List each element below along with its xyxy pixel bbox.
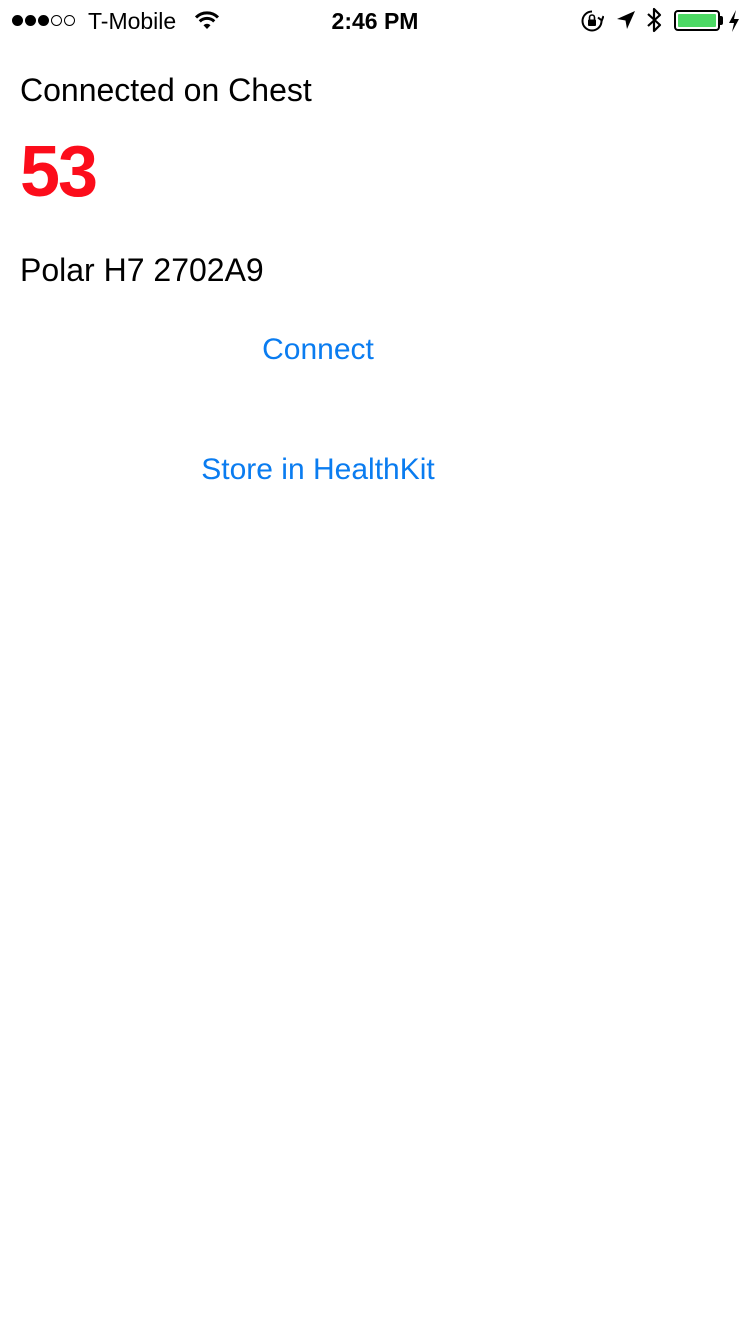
battery-level-fill xyxy=(678,14,716,27)
orientation-lock-icon xyxy=(581,10,604,32)
bluetooth-icon xyxy=(647,7,662,33)
heart-rate-value: 53 xyxy=(20,132,98,212)
charging-icon xyxy=(729,10,739,32)
app-screen: T-Mobile 2:46 PM Connected on Chest 53 P… xyxy=(0,0,750,1334)
battery-tip xyxy=(720,16,723,25)
status-time: 2:46 PM xyxy=(331,8,419,34)
location-arrow-icon xyxy=(617,11,635,29)
store-in-healthkit-button[interactable]: Store in HealthKit xyxy=(0,452,636,488)
device-name-label: Polar H7 2702A9 xyxy=(20,252,264,288)
status-bar: T-Mobile 2:46 PM xyxy=(0,0,750,40)
battery-icon xyxy=(674,10,720,31)
connect-button[interactable]: Connect xyxy=(0,332,636,368)
connection-status-label: Connected on Chest xyxy=(20,72,312,108)
